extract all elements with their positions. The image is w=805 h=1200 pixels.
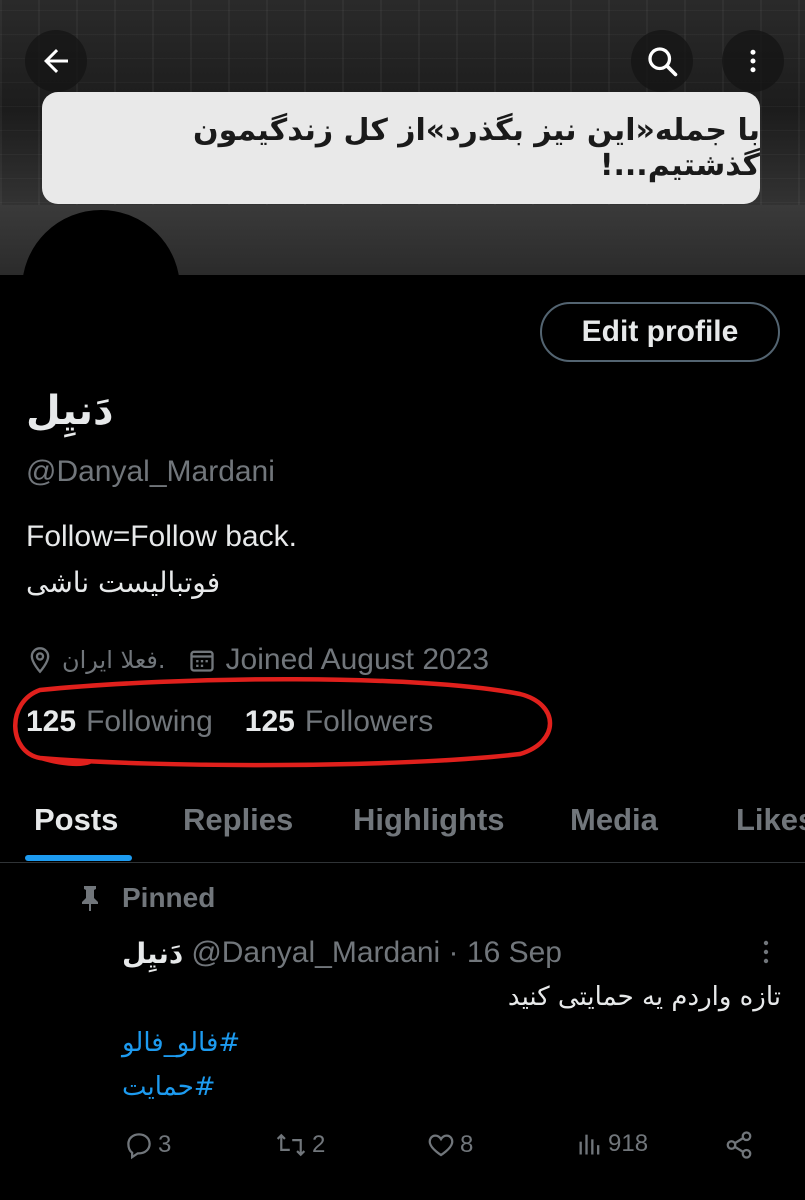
pinned-label-row: Pinned [78,882,215,914]
more-vertical-icon [750,49,756,73]
banner-quote-box: با جمله«این نیز بگذرد»از کل زندگیمون گذش… [42,92,760,204]
tab-media[interactable]: Media [570,802,658,838]
post-more-icon[interactable] [755,938,777,966]
share-icon [726,1131,752,1159]
search-icon [648,47,678,77]
analytics-icon [579,1134,600,1155]
more-options-button[interactable] [722,30,784,92]
location-pin-icon [30,647,50,674]
calendar-icon [189,650,214,672]
search-button[interactable] [631,30,693,92]
like-button[interactable]: 8 [426,1130,473,1160]
hashtag-1[interactable]: #فالو_فالو [122,1028,240,1058]
location-text: فعلا ایران. [62,646,166,674]
tab-replies[interactable]: Replies [183,802,293,838]
reply-icon [127,1133,151,1160]
active-tab-indicator [25,855,132,861]
pin-icon [82,886,98,911]
bio-line-2: فوتبالیست ناشی [26,566,221,599]
repost-icon [276,1133,306,1157]
reply-count: 3 [158,1131,172,1158]
like-count: 8 [460,1131,474,1158]
repost-count: 2 [312,1131,326,1158]
post-author-name[interactable]: دَنیِل [122,937,183,970]
repost-button[interactable]: 2 [274,1130,325,1160]
arrow-left-icon [44,49,68,73]
profile-name: دَنیِل [26,388,114,434]
profile-tabs: Posts Replies Highlights Media Likes [0,790,805,863]
pinned-text: Pinned [122,882,216,913]
profile-avatar[interactable] [22,210,180,368]
banner-quote-text: با جمله«این نیز بگذرد»از کل زندگیمون گذش… [193,113,760,183]
post-author-handle[interactable]: @Danyal_Mardani · 16 Sep [191,936,562,970]
share-button[interactable] [724,1130,754,1160]
tab-highlights[interactable]: Highlights [353,802,505,838]
bio-line-1: Follow=Follow back. [26,520,297,553]
tab-posts[interactable]: Posts [34,802,118,838]
tab-likes[interactable]: Likes [736,802,805,838]
hashtag-2[interactable]: #حمایت [122,1072,216,1102]
red-highlight-annotation [13,677,553,768]
profile-handle: @Danyal_Mardani [26,455,275,488]
back-button[interactable] [25,30,87,92]
edit-profile-button[interactable]: Edit profile [540,302,780,362]
reply-button[interactable]: 3 [124,1130,171,1160]
heart-icon [428,1134,454,1157]
view-count: 918 [608,1130,649,1157]
post-header: دَنیِل @Danyal_Mardani · 16 Sep [122,936,562,970]
post-actions: 3 2 8 918 [0,1130,805,1170]
post-text: تازه واردم یه حمایتی کنید [507,982,781,1012]
views-button[interactable]: 918 [576,1130,648,1158]
